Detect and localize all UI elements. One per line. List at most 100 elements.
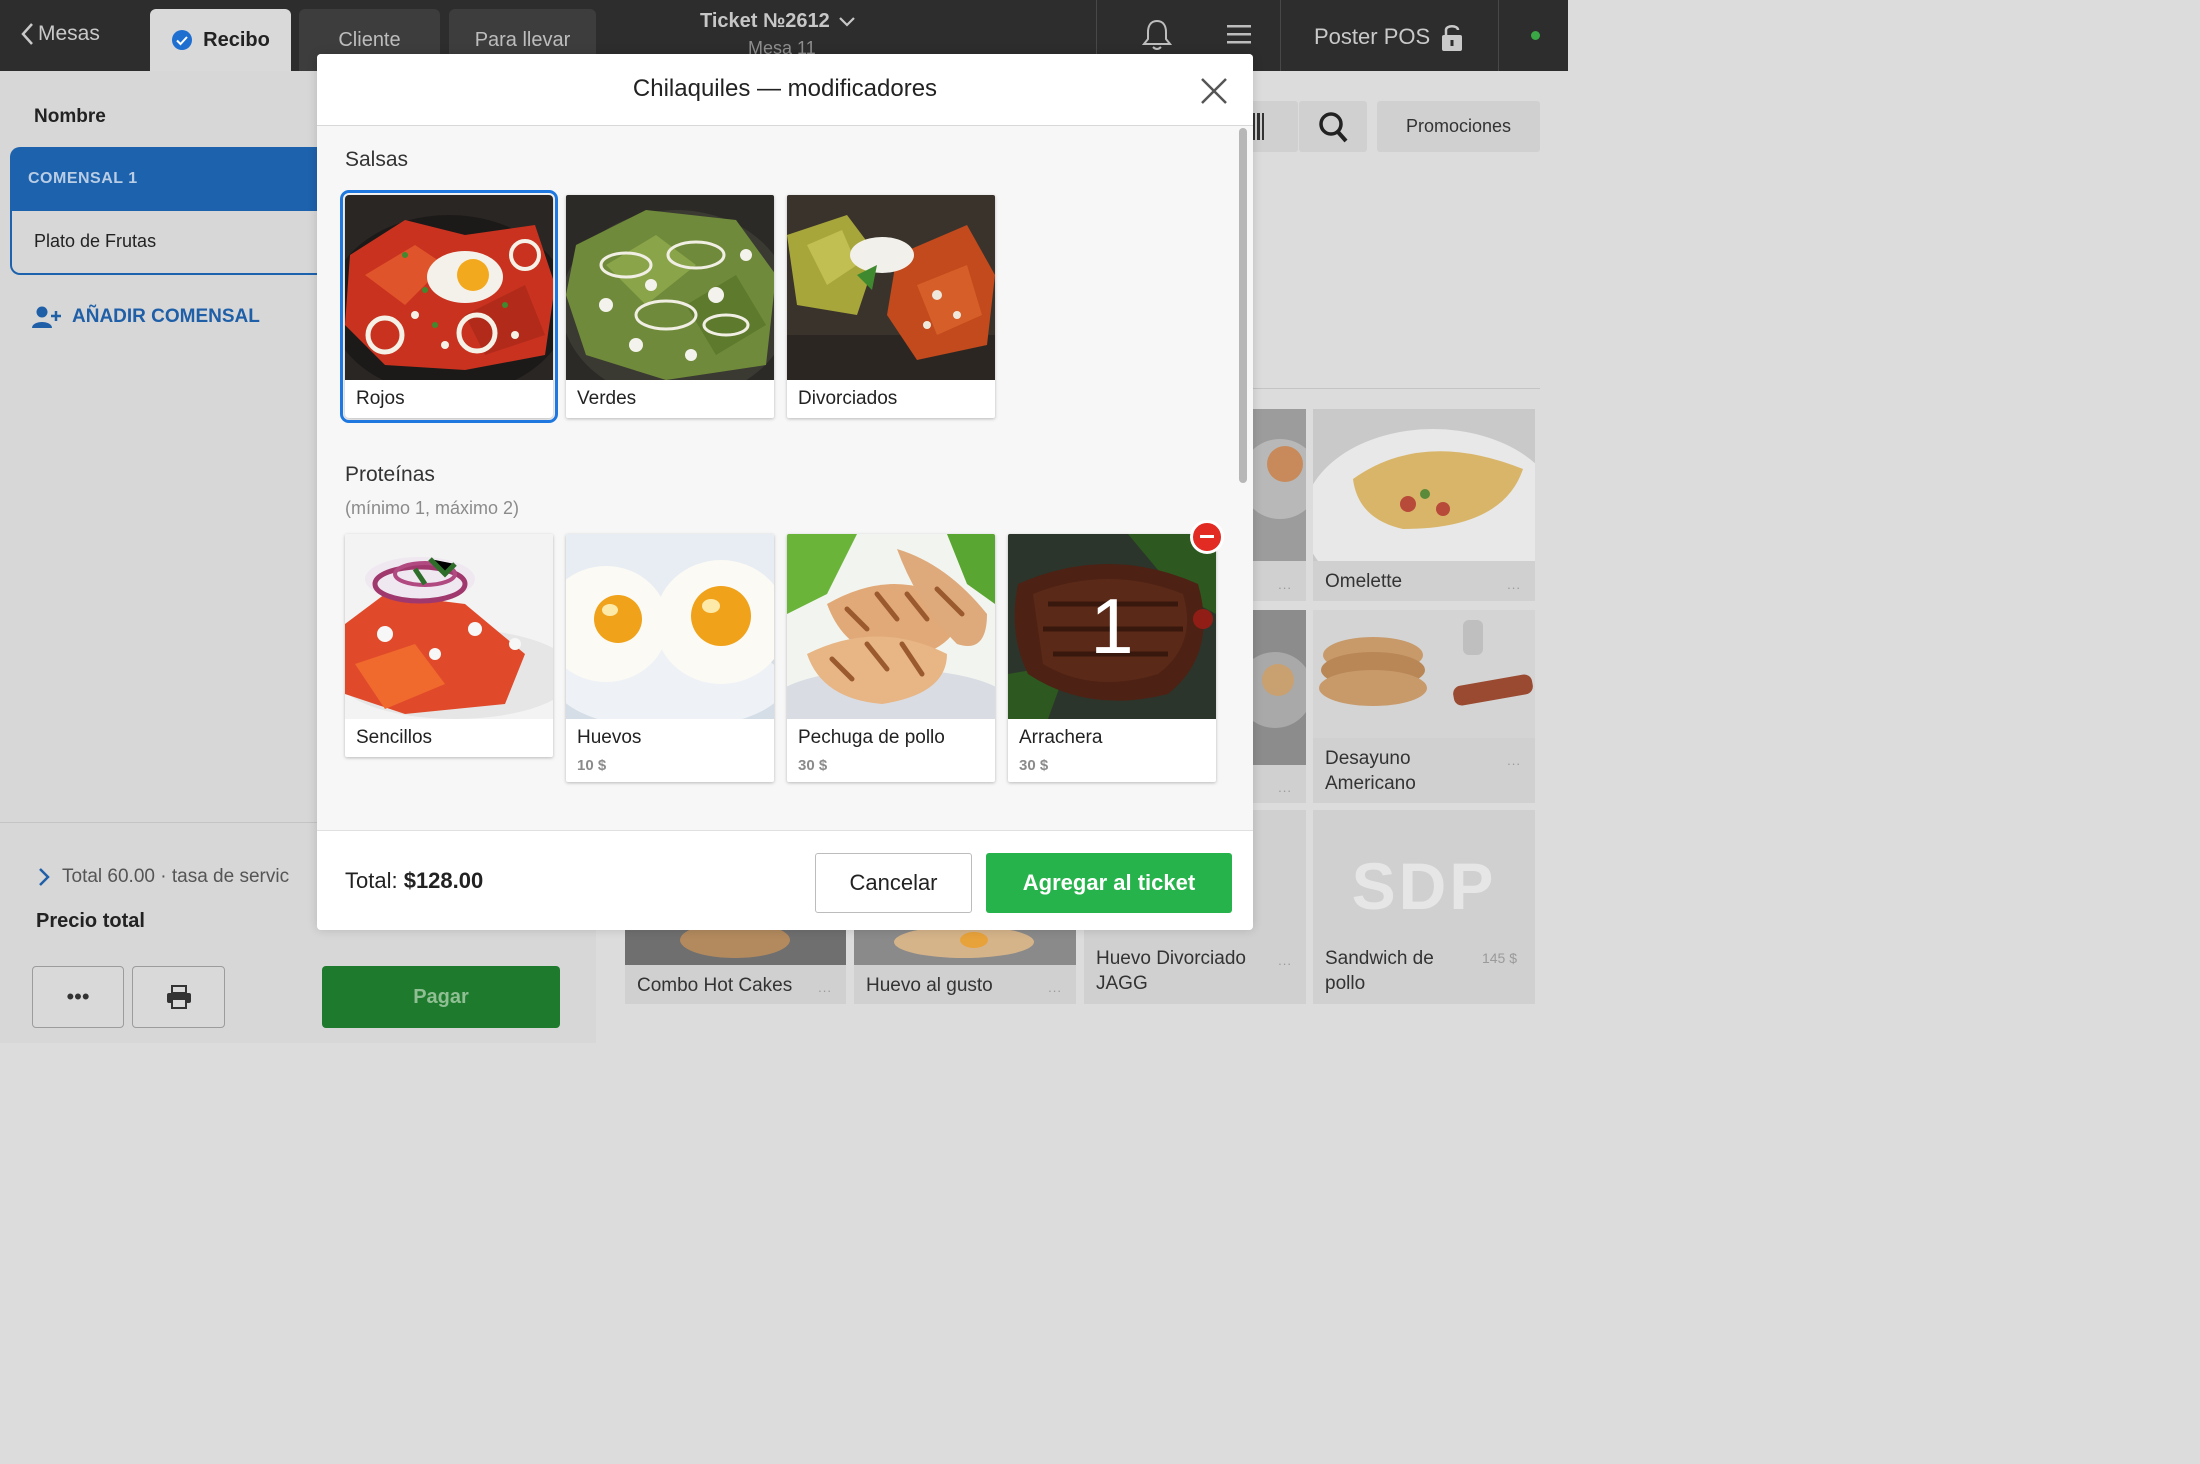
more-icon: •••: [66, 984, 90, 1009]
print-button[interactable]: [132, 966, 225, 1028]
product-image: [1313, 610, 1535, 738]
diner-header[interactable]: COMENSAL 1: [10, 147, 330, 211]
product-name: Desayuno Americano: [1325, 748, 1416, 794]
unlock-icon: [1442, 25, 1463, 51]
product-options-dots: ...: [1278, 780, 1292, 795]
bell-icon[interactable]: [1141, 18, 1173, 57]
total-value: $128.00: [403, 868, 484, 893]
product-name: Sandwich de pollo: [1325, 948, 1434, 994]
total-summary-text: Total 60.00 · tasa de servic: [62, 866, 290, 887]
minus-icon: [1200, 535, 1214, 538]
total-price-label: Precio total: [36, 910, 145, 932]
option-price: 10 $: [577, 757, 607, 774]
brand-lock-button[interactable]: Poster POS: [1314, 22, 1464, 52]
back-label: Mesas: [38, 22, 100, 45]
product-name: Combo Hot Cakes: [637, 975, 793, 996]
option-card-divorciados[interactable]: Divorciados: [787, 195, 995, 418]
tab-recibo[interactable]: Recibo: [150, 9, 291, 71]
divider: [1240, 388, 1540, 389]
back-to-tables-button[interactable]: Mesas: [20, 22, 100, 46]
pay-button[interactable]: Pagar: [322, 966, 560, 1028]
chevron-down-icon: [839, 16, 855, 27]
promotions-button[interactable]: Promociones: [1377, 101, 1540, 152]
section-constraint: (mínimo 1, máximo 2): [345, 498, 520, 518]
product-placeholder-initials: SDP: [1351, 849, 1497, 923]
dialog-footer: Total: $128.00 Cancelar Agregar al ticke…: [317, 830, 1253, 930]
modifiers-dialog: Chilaquiles — modificadores Salsas Rojos…: [317, 54, 1253, 930]
option-label: Huevos: [577, 727, 642, 748]
product-name: Huevo Divorciado JAGG: [1096, 948, 1246, 994]
option-card-sencillos[interactable]: Sencillos: [345, 534, 553, 757]
product-card-desayuno-americano[interactable]: Desayuno Americano ...: [1313, 610, 1535, 803]
total-label: Total:: [345, 868, 404, 893]
dialog-body[interactable]: Salsas Rojos Verdes Divorciados Proteína…: [317, 126, 1253, 830]
product-options-dots: ...: [1278, 577, 1292, 592]
product-options-dots: ...: [1278, 953, 1292, 968]
tab-label: Para llevar: [474, 28, 571, 51]
option-image: [345, 195, 553, 380]
selected-quantity: 1: [1090, 582, 1134, 670]
product-image: [625, 930, 846, 965]
product-card-sandwich-de-pollo[interactable]: SDP Sandwich de pollo 145 $: [1313, 810, 1535, 1004]
close-icon[interactable]: [1199, 76, 1229, 111]
printer-icon: [166, 985, 191, 1009]
product-image: [1313, 409, 1535, 561]
option-image: [345, 534, 553, 719]
cancel-button[interactable]: Cancelar: [815, 853, 972, 913]
product-options-dots: ...: [818, 980, 832, 995]
ticket-selector[interactable]: Ticket №2612: [700, 10, 856, 33]
order-item[interactable]: Plato de Frutas: [10, 211, 330, 275]
option-image: [787, 534, 995, 719]
total-summary[interactable]: Total 60.00 · tasa de servic: [38, 866, 289, 888]
product-options-dots: ...: [1507, 577, 1521, 592]
remove-quantity-button[interactable]: [1190, 520, 1224, 554]
product-card-combo-hot-cakes[interactable]: Combo Hot Cakes ...: [625, 930, 846, 1004]
option-price: 30 $: [1019, 757, 1049, 774]
search-icon: [1319, 111, 1348, 142]
status-indicator: [1531, 31, 1540, 40]
product-options-dots: ...: [1507, 753, 1521, 768]
add-user-icon: [32, 306, 61, 328]
option-price: 30 $: [798, 757, 828, 774]
add-diner-button[interactable]: AÑADIR COMENSAL: [32, 305, 260, 329]
ticket-title: Ticket №2612: [700, 10, 830, 32]
chevron-left-icon: [21, 23, 33, 45]
add-diner-label: AÑADIR COMENSAL: [72, 306, 260, 327]
product-name: Huevo al gusto: [866, 975, 993, 996]
option-label: Rojos: [356, 388, 405, 409]
option-card-rojos[interactable]: Rojos: [340, 190, 558, 423]
tab-label: Cliente: [338, 28, 401, 51]
divider: [1498, 0, 1499, 71]
section-title-proteinas: Proteínas: [345, 463, 435, 486]
product-card-omelette[interactable]: Omelette ...: [1313, 409, 1535, 601]
option-label: Verdes: [577, 388, 637, 409]
add-to-ticket-button[interactable]: Agregar al ticket: [986, 853, 1232, 913]
name-label: Nombre: [34, 106, 106, 127]
option-label: Pechuga de pollo: [798, 727, 945, 748]
hamburger-menu-icon[interactable]: [1226, 24, 1252, 49]
more-options-button[interactable]: •••: [32, 966, 124, 1028]
tab-label: Recibo: [203, 28, 270, 51]
search-button[interactable]: [1299, 101, 1367, 152]
divider: [1280, 0, 1281, 71]
product-name: Omelette: [1325, 571, 1403, 592]
dialog-title: Chilaquiles — modificadores: [632, 75, 938, 102]
chevron-right-icon: [39, 868, 50, 886]
option-label: Sencillos: [356, 727, 433, 748]
option-image: [787, 195, 995, 380]
section-title-salsas: Salsas: [345, 148, 409, 171]
option-image: [566, 195, 774, 380]
option-image: [566, 534, 774, 719]
option-card-arrachera[interactable]: 1 Arrachera 30 $: [1008, 534, 1216, 782]
check-circle-icon: [172, 30, 193, 50]
option-card-huevos[interactable]: Huevos 10 $: [566, 534, 774, 782]
brand-name: Poster POS: [1314, 24, 1431, 49]
scrollbar[interactable]: [1239, 128, 1247, 483]
option-card-pechuga-de-pollo[interactable]: Pechuga de pollo 30 $: [787, 534, 995, 782]
product-card-huevo-al-gusto[interactable]: Huevo al gusto ...: [854, 930, 1076, 1004]
dialog-total: Total: $128.00: [345, 868, 483, 894]
option-label: Divorciados: [798, 388, 898, 409]
product-image: [854, 930, 1076, 965]
product-price: 145 $: [1481, 950, 1517, 966]
option-card-verdes[interactable]: Verdes: [566, 195, 774, 418]
